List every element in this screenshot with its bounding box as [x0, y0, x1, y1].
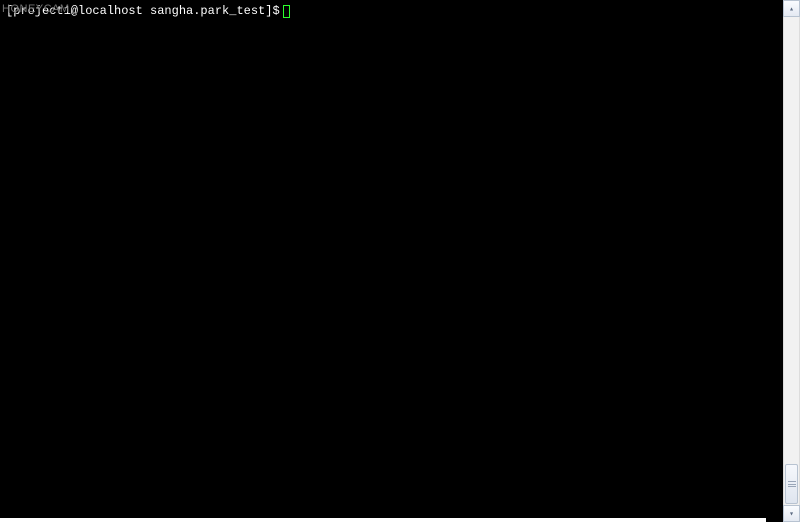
scrollbar-track[interactable] [783, 17, 800, 505]
terminal-viewport[interactable]: HONEYCAM [project1@localhost sangha.park… [0, 0, 783, 522]
cursor-icon [283, 5, 290, 18]
chevron-up-icon: ▴ [789, 4, 794, 14]
thumb-grip-icon [788, 481, 796, 487]
watermark-label: HONEYCAM [2, 3, 70, 15]
vertical-scrollbar[interactable]: ▴ ▾ [783, 0, 800, 522]
scroll-down-button[interactable]: ▾ [783, 505, 800, 522]
terminal-window: HONEYCAM [project1@localhost sangha.park… [0, 0, 800, 522]
scroll-up-button[interactable]: ▴ [783, 0, 800, 17]
bottom-edge [0, 518, 766, 522]
chevron-down-icon: ▾ [789, 509, 794, 519]
scrollbar-thumb[interactable] [785, 464, 798, 504]
